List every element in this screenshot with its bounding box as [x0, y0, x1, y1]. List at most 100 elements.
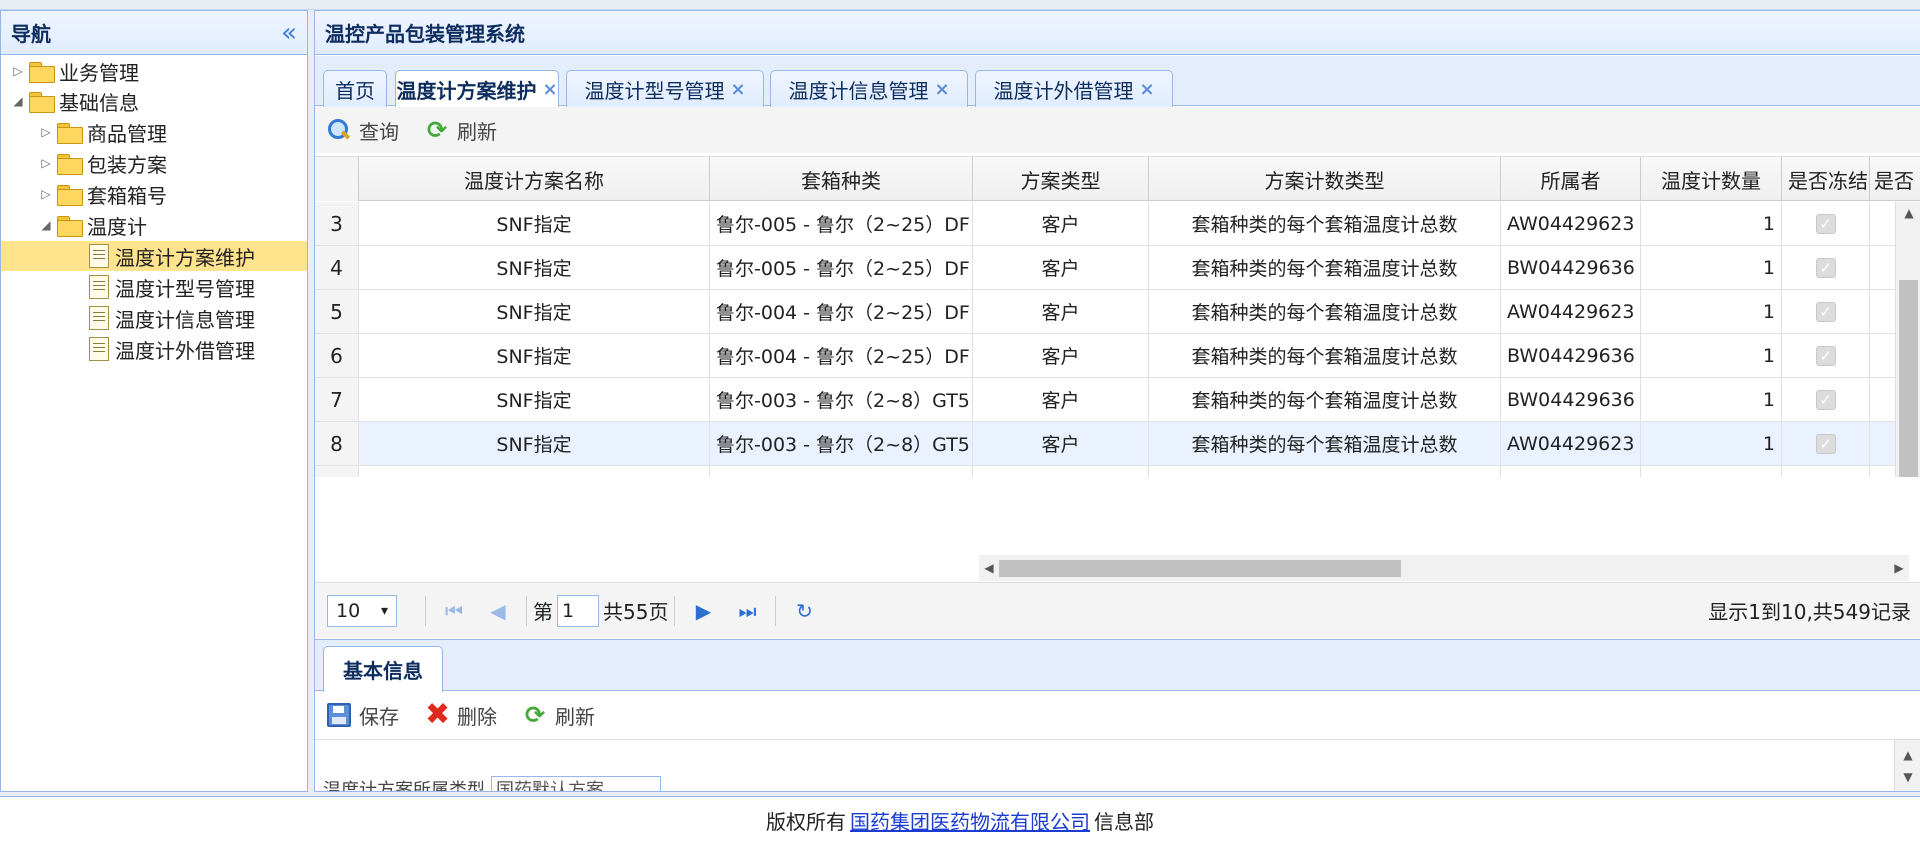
tab-thermometer-info[interactable]: 温度计信息管理 ×	[770, 70, 968, 107]
tree-node[interactable]: 温度计外借管理	[1, 334, 307, 364]
table-row[interactable]: 6 SNF指定 鲁尔-004 - 鲁尔（2~25）DF 客户 套箱种类的每个套箱温度计总…	[315, 334, 1920, 378]
refresh-icon: ⟳	[524, 701, 546, 729]
close-icon[interactable]: ×	[1139, 79, 1154, 100]
cell-name: SNF指定	[359, 202, 710, 245]
col-extra[interactable]: 是否	[1870, 157, 1920, 201]
last-page-icon[interactable]: ⏭	[725, 599, 769, 623]
tab-label: 温度计外借管理	[993, 78, 1134, 103]
expanded-arrow-icon[interactable]: ◢	[11, 94, 25, 108]
scroll-right-icon[interactable]: ▶	[1889, 555, 1909, 581]
cell-type: 客户	[973, 290, 1149, 333]
tree-node[interactable]: ▷ 套箱箱号	[1, 179, 307, 209]
expanded-arrow-icon[interactable]: ◢	[39, 218, 53, 232]
refresh-button[interactable]: ⟳ 刷新	[425, 116, 497, 145]
scroll-left-icon[interactable]: ◀	[979, 555, 999, 581]
cell-no: 3	[315, 202, 359, 245]
delete-button[interactable]: ✖ 删除	[425, 700, 497, 730]
detail-form: 温度计方案所属类型 国药默认方案 ▲ ▼	[315, 739, 1920, 791]
plan-owner-type-select[interactable]: 国药默认方案	[491, 776, 661, 791]
frozen-checkbox[interactable]: ✓	[1815, 213, 1836, 234]
reload-icon[interactable]: ↻	[782, 599, 826, 623]
col-frozen[interactable]: 是否冻结	[1782, 157, 1870, 201]
tree-node[interactable]: 温度计方案维护	[1, 241, 307, 271]
cell-frozen: ✓	[1782, 246, 1870, 289]
collapsed-arrow-icon[interactable]: ▷	[11, 64, 25, 78]
col-plan-type[interactable]: 方案类型	[973, 157, 1149, 201]
scroll-thumb-horizontal[interactable]	[999, 560, 1401, 577]
folder-icon	[57, 184, 83, 206]
col-quantity[interactable]: 温度计数量	[1641, 157, 1782, 201]
tree-node[interactable]: ▷ 商品管理	[1, 117, 307, 147]
cell-qty: 1	[1641, 334, 1782, 377]
cell-name: SNF指定	[359, 466, 710, 477]
footer-prefix: 版权所有	[766, 809, 846, 834]
cell-count_type: 套箱种类的每个套箱温度计总数	[1149, 378, 1501, 421]
detail-refresh-button[interactable]: ⟳ 刷新	[523, 701, 595, 730]
company-link[interactable]: 国药集团医药物流有限公司	[850, 806, 1090, 835]
cell-name: SNF指定	[359, 378, 710, 421]
cell-no: 6	[315, 334, 359, 377]
cell-box: 鲁尔-005 - 鲁尔（2~25）DF	[710, 202, 973, 245]
frozen-checkbox[interactable]: ✓	[1815, 345, 1836, 366]
scroll-up-icon[interactable]: ▲	[1896, 202, 1920, 224]
tab-label: 温度计型号管理	[584, 78, 725, 103]
page-size-select[interactable]: 10 ▾	[327, 594, 397, 627]
cell-box: 鲁尔-003 - 鲁尔（2~8）GT5	[710, 378, 973, 421]
frozen-checkbox[interactable]: ✓	[1815, 389, 1836, 410]
col-count-type[interactable]: 方案计数类型	[1149, 157, 1501, 201]
folder-icon	[29, 91, 55, 113]
col-owner[interactable]: 所属者	[1501, 157, 1641, 201]
delete-button-label: 删除	[457, 704, 497, 729]
col-box-type[interactable]: 套箱种类	[710, 157, 973, 201]
scroll-thumb[interactable]	[1899, 280, 1918, 477]
cell-qty: 1	[1641, 422, 1782, 465]
next-page-icon[interactable]: ▶	[681, 599, 725, 623]
close-icon[interactable]: ×	[934, 79, 949, 100]
tab-thermometer-lending[interactable]: 温度计外借管理 ×	[975, 70, 1173, 107]
tree-node[interactable]: ◢ 温度计	[1, 210, 307, 240]
collapse-icon[interactable]: «	[281, 20, 297, 46]
tree-node-label: 温度计型号管理	[115, 276, 255, 301]
scroll-up-icon[interactable]: ▲	[1895, 744, 1920, 766]
tree-node[interactable]: ▷ 业务管理	[1, 56, 307, 86]
grid-header: 温度计方案名称 套箱种类 方案类型 方案计数类型 所属者 温度计数量 是否冻结 …	[315, 157, 1920, 201]
tree-node[interactable]: ▷ 包装方案	[1, 148, 307, 178]
save-button[interactable]: 保存	[327, 701, 399, 730]
window-top-strip	[0, 0, 1920, 10]
tree-node[interactable]: ◢ 基础信息	[1, 86, 307, 116]
grid-horizontal-scrollbar[interactable]: ◀ ▶	[979, 555, 1909, 581]
table-row[interactable]: 5 SNF指定 鲁尔-004 - 鲁尔（2~25）DF 客户 套箱种类的每个套箱温度计总…	[315, 290, 1920, 334]
table-row[interactable]: 7 SNF指定 鲁尔-003 - 鲁尔（2~8）GT5 客户 套箱种类的每个套箱温度计总…	[315, 378, 1920, 422]
nav-header: 导航 «	[1, 11, 307, 55]
scroll-down-icon[interactable]: ▼	[1895, 766, 1920, 788]
close-icon[interactable]: ×	[730, 79, 745, 100]
tab-home[interactable]: 首页	[323, 70, 387, 107]
frozen-checkbox[interactable]: ✓	[1815, 257, 1836, 278]
tab-label: 首页	[335, 78, 375, 103]
tab-basic-info[interactable]: 基本信息	[323, 646, 443, 692]
form-vertical-scrollbar[interactable]: ▲ ▼	[1894, 740, 1920, 791]
cell-qty: 1	[1641, 246, 1782, 289]
table-row[interactable]: 9SNF指定鲁尔-002 - 鲁尔（2~8）GT5客户套箱种类的每个套箱温度计总…	[315, 466, 1920, 477]
table-row[interactable]: 3 SNF指定 鲁尔-005 - 鲁尔（2~25）DF 客户 套箱种类的每个套箱温度计总…	[315, 202, 1920, 246]
collapsed-arrow-icon[interactable]: ▷	[39, 187, 53, 201]
close-icon[interactable]: ×	[542, 79, 557, 100]
collapsed-arrow-icon[interactable]: ▷	[39, 125, 53, 139]
page-number-input[interactable]: 1	[557, 594, 599, 627]
cell-box: 鲁尔-004 - 鲁尔（2~25）DF	[710, 334, 973, 377]
frozen-checkbox[interactable]: ✓	[1815, 301, 1836, 322]
frozen-checkbox[interactable]: ✓	[1815, 433, 1836, 454]
tree-node[interactable]: 温度计信息管理	[1, 303, 307, 333]
grid-vertical-scrollbar[interactable]: ▲ ▼	[1895, 202, 1920, 477]
prev-page-icon[interactable]: ◀	[476, 599, 520, 623]
table-row[interactable]: 4 SNF指定 鲁尔-005 - 鲁尔（2~25）DF 客户 套箱种类的每个套箱温度计总…	[315, 246, 1920, 290]
collapsed-arrow-icon[interactable]: ▷	[39, 156, 53, 170]
cell-owner: BW04429636	[1501, 246, 1641, 289]
tab-thermometer-model[interactable]: 温度计型号管理 ×	[566, 70, 764, 107]
tree-node[interactable]: 温度计型号管理	[1, 272, 307, 302]
search-button[interactable]: 查询	[327, 116, 399, 145]
first-page-icon[interactable]: ⏮	[432, 599, 476, 623]
table-row[interactable]: 8 SNF指定 鲁尔-003 - 鲁尔（2~8）GT5 客户 套箱种类的每个套箱温度计总…	[315, 422, 1920, 466]
col-plan-name[interactable]: 温度计方案名称	[359, 157, 710, 201]
tab-thermometer-plan[interactable]: 温度计方案维护 ×	[395, 70, 559, 108]
